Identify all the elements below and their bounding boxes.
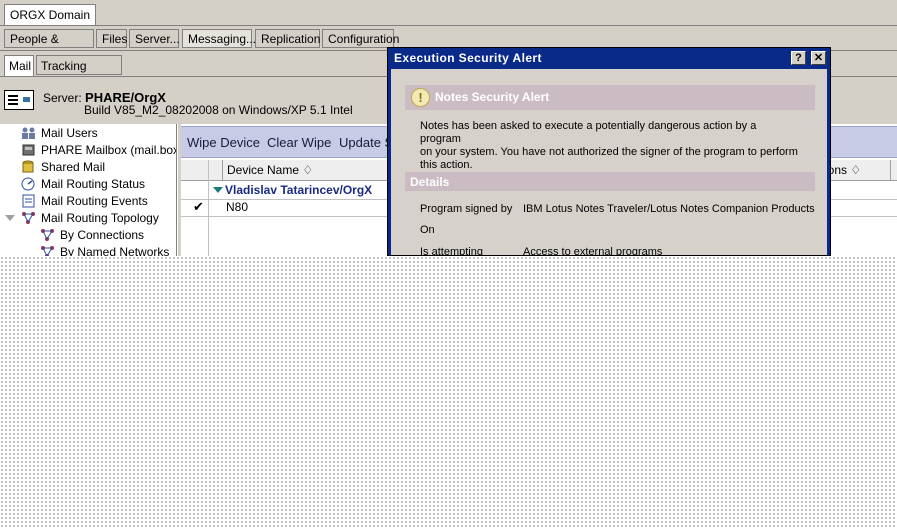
column-spacer bbox=[209, 160, 223, 180]
mailbox-icon bbox=[21, 143, 36, 157]
alert-message: Notes has been asked to execute a potent… bbox=[420, 120, 800, 172]
message-line: Notes has been asked to execute a potent… bbox=[420, 120, 757, 145]
users-icon bbox=[21, 126, 36, 140]
detail-label: Is attempting bbox=[420, 246, 483, 256]
category-user-name: Vladislav Tatarincev/OrgX bbox=[225, 183, 373, 197]
clear-wipe-button[interactable]: Clear Wipe bbox=[267, 135, 331, 150]
build-info: Build V85_M2_08202008 on Windows/XP 5.1 … bbox=[84, 103, 353, 117]
checkmark-icon: ✔ bbox=[193, 199, 204, 214]
tab-orgx-domain[interactable]: ORGX Domain bbox=[4, 4, 97, 25]
tab-server[interactable]: Server... bbox=[129, 29, 180, 48]
dialog-title: Execution Security Alert bbox=[394, 51, 542, 65]
detail-label: On bbox=[420, 224, 435, 236]
admin-window: ORGX Domain People & Groups Files Server… bbox=[0, 0, 897, 256]
update-button[interactable]: Update S bbox=[339, 135, 393, 150]
collapse-triangle-icon[interactable] bbox=[213, 187, 223, 193]
execution-security-alert-dialog: Execution Security Alert ? ✕ ! Notes Sec… bbox=[387, 47, 831, 256]
warning-icon: ! bbox=[411, 88, 430, 107]
alert-title: Notes Security Alert bbox=[435, 90, 550, 104]
detail-label: Program signed by bbox=[420, 203, 513, 215]
tab-messaging[interactable]: Messaging... bbox=[182, 29, 256, 48]
shared-mail-icon bbox=[21, 160, 36, 174]
device-name-cell: N80 bbox=[226, 200, 249, 214]
server-document-icon bbox=[4, 90, 34, 110]
detail-value: Access to external programs bbox=[523, 246, 663, 256]
dialog-titlebar[interactable]: Execution Security Alert ? ✕ bbox=[388, 48, 830, 69]
tab-files[interactable]: Files bbox=[96, 29, 127, 48]
dialog-body: ! Notes Security Alert Notes has been as… bbox=[391, 69, 827, 256]
close-button[interactable]: ✕ bbox=[811, 51, 826, 65]
details-title: Details bbox=[410, 175, 450, 189]
domain-tab-bar: ORGX Domain bbox=[0, 0, 897, 26]
server-label: Server: bbox=[43, 91, 82, 105]
column-options[interactable]: ions ♢ bbox=[821, 160, 891, 180]
tab-tracking-center[interactable]: Tracking Center bbox=[36, 55, 122, 93]
routing-events-icon bbox=[21, 194, 36, 208]
tab-configuration[interactable]: Configuration bbox=[322, 29, 399, 48]
topology-icon bbox=[40, 228, 55, 242]
wipe-device-button[interactable]: Wipe Device bbox=[187, 135, 260, 150]
tab-mail[interactable]: Mail bbox=[4, 55, 34, 76]
tab-replication[interactable]: Replication bbox=[255, 29, 320, 48]
column-device-name[interactable]: Device Name ♢ bbox=[223, 160, 403, 180]
topology-icon bbox=[21, 211, 36, 225]
routing-status-icon bbox=[21, 177, 36, 191]
detail-value: IBM Lotus Notes Traveler/Lotus Notes Com… bbox=[523, 203, 815, 215]
topology-icon bbox=[40, 245, 55, 256]
alert-header: ! Notes Security Alert bbox=[405, 85, 815, 110]
column-selector[interactable] bbox=[181, 160, 209, 180]
message-line: on your system. You have not authorized … bbox=[420, 146, 798, 158]
navigator-tree: Mail Users PHARE Mailbox (mail.box) Shar… bbox=[0, 124, 177, 256]
chevron-down-icon[interactable] bbox=[5, 215, 15, 221]
message-line: this action. bbox=[420, 159, 473, 171]
details-header: Details bbox=[405, 172, 815, 191]
tab-people-groups[interactable]: People & Groups bbox=[4, 29, 94, 65]
help-button[interactable]: ? bbox=[791, 51, 806, 65]
